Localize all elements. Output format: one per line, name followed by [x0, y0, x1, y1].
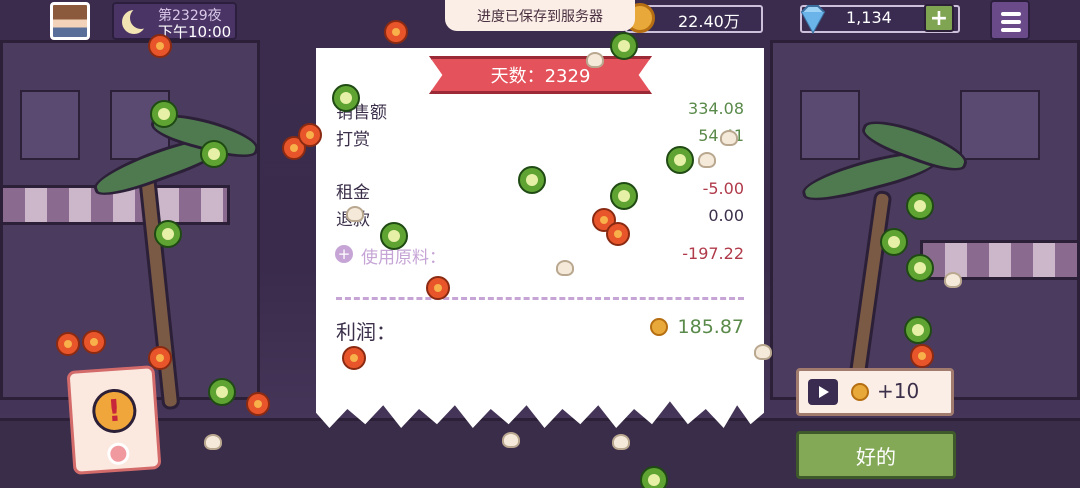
coin-value: 22.40万	[678, 12, 740, 31]
profit-label: 利润：	[336, 320, 396, 344]
tomato-slice-icon	[426, 276, 450, 300]
rent-value: -5.00	[702, 179, 744, 198]
garlic-clove-icon	[944, 272, 962, 288]
watch-ad-button[interactable]: +10	[796, 368, 954, 416]
tomato-slice-icon	[298, 123, 322, 147]
alert-card[interactable]: !	[66, 365, 162, 475]
menu-button[interactable]	[990, 0, 1030, 40]
tomato-slice-icon	[606, 222, 630, 246]
window	[800, 90, 860, 160]
add-gems-button[interactable]: +	[924, 4, 954, 32]
pepper-slice-icon	[610, 32, 638, 60]
garlic-clove-icon	[204, 434, 222, 450]
exclamation-icon: !	[90, 387, 138, 435]
pepper-slice-icon	[640, 466, 668, 488]
tomato-slice-icon	[342, 346, 366, 370]
tomato-slice-icon	[56, 332, 80, 356]
moon-icon	[122, 7, 152, 34]
refund-value: 0.00	[708, 206, 744, 225]
window	[960, 90, 1040, 160]
pepper-slice-icon	[906, 192, 934, 220]
garlic-clove-icon	[586, 52, 604, 68]
tomato-slice-icon	[148, 346, 172, 370]
materials-label[interactable]: 使用原料：	[361, 243, 446, 268]
pepper-slice-icon	[380, 222, 408, 250]
coin-icon	[851, 383, 869, 401]
garlic-clove-icon	[754, 344, 772, 360]
tomato-slice-icon	[148, 34, 172, 58]
menu-bar	[1001, 12, 1021, 16]
tomato-slice-icon	[82, 330, 106, 354]
coin-icon	[650, 318, 668, 336]
pepper-slice-icon	[906, 254, 934, 282]
pepper-slice-icon	[200, 140, 228, 168]
save-toast: 进度已保存到服务器	[445, 0, 635, 31]
day-time-panel: 第2329夜 下午10:00	[112, 2, 237, 41]
pepper-slice-icon	[666, 146, 694, 174]
sales-value: 334.08	[688, 99, 744, 118]
play-video-icon	[808, 379, 838, 405]
diamond-icon	[800, 5, 826, 35]
materials-value: -197.22	[682, 244, 744, 263]
tomato-slice-icon	[246, 392, 270, 416]
tomato-slice-icon	[384, 20, 408, 44]
garlic-clove-icon	[556, 260, 574, 276]
alert-dot	[106, 442, 131, 466]
expand-materials-icon[interactable]: +	[335, 245, 353, 263]
garlic-clove-icon	[346, 206, 364, 222]
menu-bar	[1001, 20, 1021, 24]
ad-reward-label: +10	[877, 379, 920, 403]
gem-value: 1,134	[846, 8, 892, 27]
receipt-divider	[336, 297, 744, 300]
pepper-slice-icon	[904, 316, 932, 344]
garlic-clove-icon	[502, 432, 520, 448]
day-ribbon: 天数：2329	[429, 56, 652, 94]
tips-label: 打赏	[336, 130, 370, 150]
pepper-slice-icon	[332, 84, 360, 112]
right-awning	[920, 240, 1080, 280]
pepper-slice-icon	[154, 220, 182, 248]
garlic-clove-icon	[612, 434, 630, 450]
rent-label: 租金	[336, 183, 370, 203]
menu-bar	[1001, 28, 1021, 32]
garlic-clove-icon	[698, 152, 716, 168]
garlic-clove-icon	[720, 130, 738, 146]
ok-button[interactable]: 好的	[796, 431, 956, 479]
pepper-slice-icon	[518, 166, 546, 194]
profit-value: 185.87	[677, 316, 744, 338]
pepper-slice-icon	[880, 228, 908, 256]
window	[20, 90, 80, 160]
player-avatar[interactable]	[50, 2, 90, 40]
pepper-slice-icon	[208, 378, 236, 406]
pepper-slice-icon	[610, 182, 638, 210]
tomato-slice-icon	[910, 344, 934, 368]
pepper-slice-icon	[150, 100, 178, 128]
